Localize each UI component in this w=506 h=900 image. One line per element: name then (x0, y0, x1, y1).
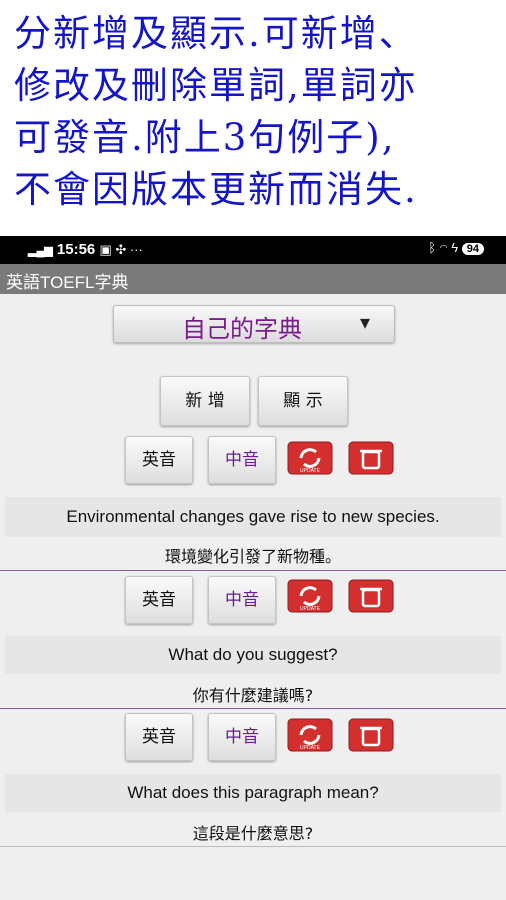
banner-line: 不會因版本更新而消失. (14, 168, 418, 211)
banner-line: 分新增及顯示.可新增、 (14, 12, 418, 55)
update-icon-label: UPDATE (300, 745, 321, 751)
delete-icon[interactable] (348, 718, 394, 752)
chinese-translation: 你有什麼建議嗎? (192, 686, 314, 705)
chinese-audio-button[interactable]: 中音 (208, 713, 276, 761)
phone-screen: ▂▄▆ 15:56 ▣ ✣ ··· ᛒ ◠ ϟ 94 英語TOEFL字典 自己的… (0, 236, 506, 900)
app-title-bar: 英語TOEFL字典 (0, 264, 506, 294)
update-icon[interactable]: UPDATE (287, 579, 333, 613)
entry-divider (0, 846, 506, 847)
chinese-audio-button[interactable]: 中音 (208, 436, 276, 484)
charging-icon: ϟ (451, 240, 459, 255)
bluetooth-icon: ᛒ (428, 240, 437, 255)
show-button[interactable]: 顯 示 (258, 376, 348, 426)
english-sentence: Environmental changes gave rise to new s… (5, 497, 501, 537)
battery-icon: 94 (461, 243, 484, 255)
delete-icon[interactable] (348, 579, 394, 613)
status-time: ▂▄▆ 15:56 ▣ ✣ ··· (28, 241, 143, 258)
dictionary-dropdown[interactable]: 自己的字典 ▾ (113, 305, 395, 343)
dictionary-dropdown-label: 自己的字典 (182, 315, 302, 343)
signal-icon: ▂▄▆ (28, 245, 53, 257)
english-audio-button[interactable]: 英音 (125, 576, 193, 624)
app-title: 英語TOEFL字典 (6, 273, 129, 292)
clock: 15:56 (56, 241, 96, 258)
add-button[interactable]: 新 增 (160, 376, 250, 426)
promo-banner: 分新增及顯示.可新增、 修改及刪除單詞,單詞亦 可發音.附上3句例子), 不會因… (0, 0, 506, 236)
status-right: ᛒ ◠ ϟ 94 (428, 240, 484, 255)
english-audio-button[interactable]: 英音 (125, 436, 193, 484)
banner-line: 修改及刪除單詞,單詞亦 (14, 64, 418, 107)
status-bar: ▂▄▆ 15:56 ▣ ✣ ··· ᛒ ◠ ϟ 94 (0, 236, 506, 264)
english-sentence: What do you suggest? (5, 636, 501, 674)
banner-line: 可發音.附上3句例子), (14, 116, 396, 159)
update-icon[interactable]: UPDATE (287, 441, 333, 475)
chinese-translation: 環境變化引發了新物種。 (164, 547, 341, 566)
update-icon-label: UPDATE (300, 606, 321, 612)
chinese-audio-button[interactable]: 中音 (208, 576, 276, 624)
update-icon-label: UPDATE (300, 468, 321, 474)
chevron-down-icon: ▾ (360, 310, 371, 334)
entry-divider (0, 708, 506, 709)
update-icon[interactable]: UPDATE (287, 718, 333, 752)
delete-icon[interactable] (348, 441, 394, 475)
chinese-translation: 這段是什麼意思? (192, 824, 314, 843)
wifi-icon: ◠ (439, 240, 448, 255)
english-audio-button[interactable]: 英音 (125, 713, 193, 761)
english-sentence: What does this paragraph mean? (5, 774, 501, 812)
entry-divider (0, 570, 506, 571)
notification-icons: ▣ ✣ ··· (99, 242, 143, 257)
